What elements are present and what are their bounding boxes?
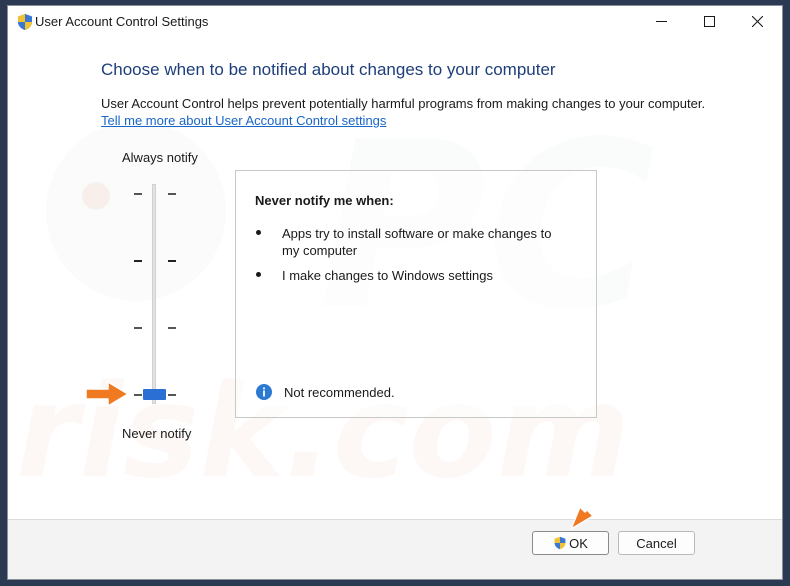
- cancel-button[interactable]: Cancel: [618, 531, 695, 555]
- page-heading: Choose when to be notified about changes…: [101, 60, 556, 79]
- minimize-button[interactable]: [638, 6, 684, 36]
- slider-tick: [134, 394, 142, 396]
- minimize-icon: [655, 20, 667, 22]
- footer-divider: [8, 519, 782, 520]
- close-icon: [751, 15, 763, 27]
- slider-tick: [134, 327, 142, 329]
- uac-shield-icon: [18, 14, 32, 30]
- panel-title: Never notify me when:: [255, 193, 394, 208]
- slider-tick: [168, 260, 176, 262]
- always-notify-label: Always notify: [122, 150, 198, 165]
- page-description: User Account Control helps prevent poten…: [101, 96, 706, 111]
- level-description-panel: Never notify me when: Apps try to instal…: [235, 170, 597, 418]
- title-bar[interactable]: User Account Control Settings: [8, 6, 782, 38]
- info-icon: [256, 384, 272, 400]
- list-item: Apps try to install software or make cha…: [256, 225, 576, 259]
- uac-shield-icon: [554, 536, 566, 550]
- slider-tick: [168, 193, 176, 195]
- uac-settings-window: PC risk.com User Account Control Setting…: [7, 5, 783, 580]
- bullet-icon: [256, 230, 261, 235]
- slider-track[interactable]: [152, 184, 156, 404]
- slider-tick: [134, 193, 142, 195]
- ok-button-label: OK: [569, 535, 588, 551]
- learn-more-link[interactable]: Tell me more about User Account Control …: [101, 113, 386, 128]
- never-notify-label: Never notify: [122, 426, 192, 441]
- window-title: User Account Control Settings: [35, 14, 209, 29]
- note-text: Not recommended.: [284, 385, 395, 400]
- ok-button[interactable]: OK: [532, 531, 609, 555]
- bullet-icon: [256, 272, 261, 277]
- maximize-icon: [703, 15, 715, 27]
- slider-tick: [134, 260, 142, 262]
- close-button[interactable]: [734, 6, 780, 36]
- notification-level-slider[interactable]: [118, 176, 208, 416]
- slider-tick: [168, 394, 176, 396]
- list-item-text: I make changes to Windows settings: [282, 268, 493, 283]
- slider-tick: [168, 327, 176, 329]
- maximize-button[interactable]: [686, 6, 732, 36]
- list-item: I make changes to Windows settings: [256, 267, 576, 284]
- list-item-text: Apps try to install software or make cha…: [282, 226, 552, 258]
- slider-thumb[interactable]: [143, 389, 166, 400]
- cancel-button-label: Cancel: [636, 535, 677, 551]
